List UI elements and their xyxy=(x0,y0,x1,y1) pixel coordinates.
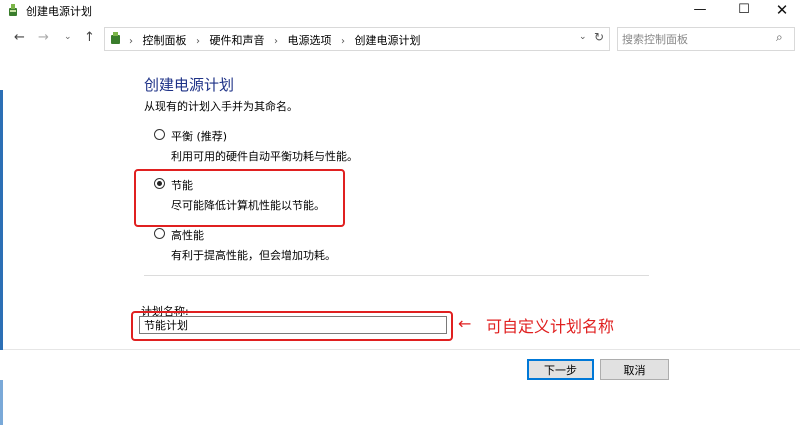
maximize-button[interactable]: ☐ xyxy=(724,0,764,20)
footer-divider xyxy=(0,349,800,350)
address-bar[interactable]: › 控制面板 › 硬件和声音 › 电源选项 › 创建电源计划 ⌄ ↻ xyxy=(104,27,610,51)
title-bar: 创建电源计划 — ☐ ✕ xyxy=(0,0,800,20)
page-subtitle: 从现有的计划入手并为其命名。 xyxy=(144,100,298,113)
window-title: 创建电源计划 xyxy=(26,5,92,18)
breadcrumb-hardware-sound[interactable]: 硬件和声音 xyxy=(210,34,265,47)
minimize-button[interactable]: — xyxy=(680,0,720,20)
power-options-icon xyxy=(6,3,20,20)
close-button[interactable]: ✕ xyxy=(762,0,800,20)
annotation-highlight-option xyxy=(134,169,345,227)
breadcrumb-separator: › xyxy=(341,36,345,47)
desktop-edge xyxy=(0,380,3,425)
option-label[interactable]: 平衡 (推荐) xyxy=(171,128,227,144)
annotation-text: 可自定义计划名称 xyxy=(486,317,615,336)
next-button[interactable]: 下一步 xyxy=(527,359,594,380)
radio-balanced[interactable] xyxy=(154,129,165,140)
divider xyxy=(144,275,649,276)
search-input[interactable] xyxy=(620,30,770,48)
search-icon[interactable]: ⌕ xyxy=(776,30,783,45)
radio-high-performance[interactable] xyxy=(154,228,165,239)
navigation-bar: ← → ⌄ ↑ › 控制面板 › 硬件和声音 › 电源选项 › 创建电源计划 ⌄… xyxy=(0,26,800,52)
breadcrumb-control-panel[interactable]: 控制面板 xyxy=(143,34,187,47)
annotation-highlight-name xyxy=(131,311,453,341)
control-panel-icon xyxy=(109,31,123,48)
page-title: 创建电源计划 xyxy=(144,76,235,94)
cancel-button[interactable]: 取消 xyxy=(600,359,669,380)
chevron-down-icon[interactable]: ⌄ xyxy=(579,32,587,42)
annotation-arrow-icon: ← xyxy=(458,314,472,333)
breadcrumb-power-options[interactable]: 电源选项 xyxy=(288,34,332,47)
forward-button[interactable]: → xyxy=(38,30,49,45)
breadcrumb: › 控制面板 › 硬件和声音 › 电源选项 › 创建电源计划 xyxy=(127,32,425,48)
breadcrumb-separator: › xyxy=(196,36,200,47)
breadcrumb-separator: › xyxy=(274,36,278,47)
back-button[interactable]: ← xyxy=(14,30,25,45)
option-label[interactable]: 高性能 xyxy=(171,227,204,243)
recent-locations-button[interactable]: ⌄ xyxy=(64,32,72,42)
desktop-edge xyxy=(0,90,3,350)
option-description: 利用可用的硬件自动平衡功耗与性能。 xyxy=(171,150,358,163)
search-box[interactable]: ⌕ xyxy=(617,27,795,51)
breadcrumb-separator: › xyxy=(129,36,133,47)
breadcrumb-create-plan[interactable]: 创建电源计划 xyxy=(355,34,421,47)
option-description: 有利于提高性能，但会增加功耗。 xyxy=(171,249,336,262)
refresh-icon[interactable]: ↻ xyxy=(594,30,604,44)
up-button[interactable]: ↑ xyxy=(84,30,95,45)
